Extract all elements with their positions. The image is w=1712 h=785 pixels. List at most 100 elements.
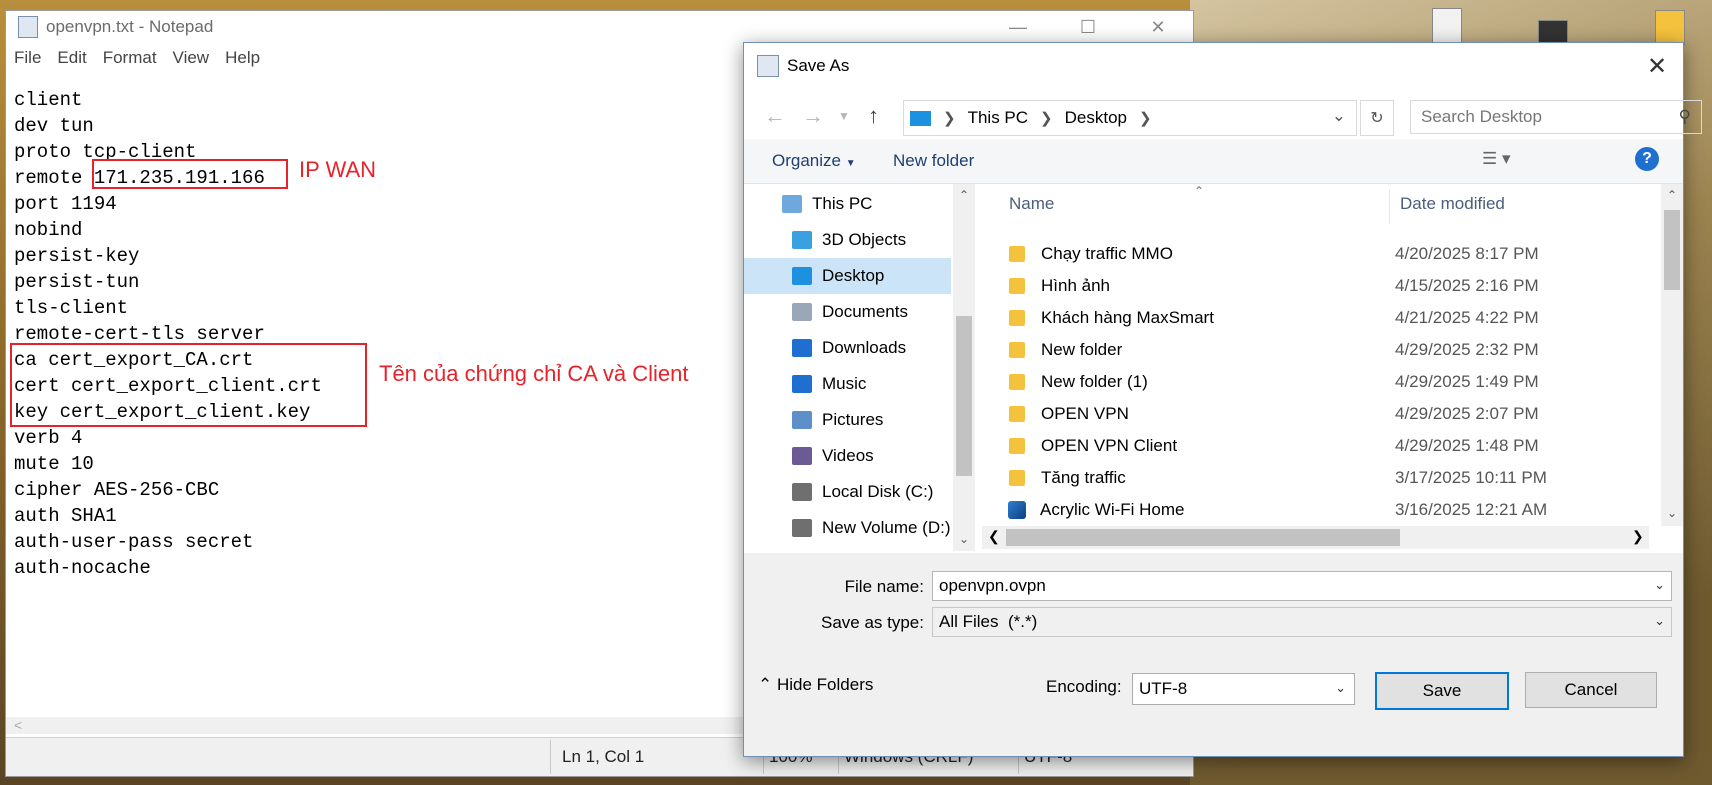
- file-name-input[interactable]: openvpn.ovpn ⌄: [932, 571, 1672, 601]
- sort-ascending-icon: ⌃: [1194, 184, 1205, 198]
- scroll-down-icon[interactable]: ⌄: [953, 532, 975, 546]
- sidebar-item[interactable]: New Volume (D:): [744, 510, 951, 546]
- new-folder-button[interactable]: New folder: [893, 151, 974, 171]
- refresh-icon[interactable]: ↻: [1360, 100, 1394, 136]
- save-type-label: Save as type:: [820, 613, 924, 632]
- address-dropdown-icon[interactable]: ⌄: [1332, 106, 1346, 126]
- file-horizontal-scrollbar[interactable]: ❮ ❯: [982, 526, 1649, 549]
- save-type-select[interactable]: All Files (*.*) ⌄: [932, 607, 1672, 637]
- list-item[interactable]: OPEN VPN Client 4/29/2025 1:48 PM: [982, 430, 1649, 462]
- list-item[interactable]: New folder 4/29/2025 2:32 PM: [982, 334, 1649, 366]
- folder-icon: [1009, 374, 1025, 390]
- sidebar-item[interactable]: Local Disk (C:): [744, 474, 951, 510]
- scroll-up-icon[interactable]: ⌃: [953, 188, 975, 202]
- list-item[interactable]: Chạy traffic MMO 4/20/2025 8:17 PM: [982, 238, 1649, 270]
- chevron-right-icon: ❯: [1139, 110, 1152, 127]
- sidebar-item-label: Music: [822, 374, 867, 393]
- folder-icon: [1009, 310, 1025, 326]
- file-name-label: File name:: [844, 577, 924, 596]
- list-item[interactable]: OPEN VPN 4/29/2025 2:07 PM: [982, 398, 1649, 430]
- document-icon: [792, 303, 812, 321]
- sidebar-item[interactable]: Music: [744, 366, 951, 402]
- menu-format[interactable]: Format: [103, 48, 157, 68]
- hide-folders-button[interactable]: ⌃ Hide Folders: [758, 675, 873, 695]
- list-item[interactable]: Khách hàng MaxSmart 4/21/2025 4:22 PM: [982, 302, 1649, 334]
- sidebar-item[interactable]: 3D Objects: [744, 222, 951, 258]
- nav-scrollbar[interactable]: ⌃ ⌄: [953, 184, 975, 551]
- minimize-icon[interactable]: —: [983, 11, 1053, 43]
- breadcrumb-desktop[interactable]: Desktop: [1065, 108, 1127, 128]
- scroll-left-icon[interactable]: ❮: [988, 528, 1000, 545]
- scroll-right-icon[interactable]: ❯: [1632, 528, 1644, 545]
- chevron-down-icon[interactable]: ⌄: [1654, 613, 1665, 629]
- file-date: 4/29/2025 1:48 PM: [1395, 436, 1539, 455]
- file-scrollbar[interactable]: ⌃ ⌄: [1661, 184, 1683, 526]
- menu-file[interactable]: File: [14, 48, 41, 68]
- navigation-pane: ⌃ ⌄ This PC 3D Objects Desktop Documents Dow…: [744, 184, 981, 551]
- list-item[interactable]: New folder (1) 4/29/2025 1:49 PM: [982, 366, 1649, 398]
- wifi-app-icon: [1008, 501, 1026, 519]
- help-icon[interactable]: ?: [1635, 147, 1659, 171]
- menu-help[interactable]: Help: [225, 48, 260, 68]
- menu-edit[interactable]: Edit: [57, 48, 86, 68]
- sidebar-item[interactable]: Pictures: [744, 402, 951, 438]
- sidebar-item[interactable]: Videos: [744, 438, 951, 474]
- list-item[interactable]: Tăng traffic 3/17/2025 10:11 PM: [982, 462, 1649, 494]
- recent-locations-chevron-icon[interactable]: ▼: [838, 109, 850, 123]
- desktop-file-icon[interactable]: [1432, 8, 1462, 44]
- file-date: 4/21/2025 4:22 PM: [1395, 308, 1539, 327]
- close-icon[interactable]: ✕: [1123, 11, 1193, 43]
- save-button[interactable]: Save: [1375, 672, 1509, 710]
- file-scroll-thumb[interactable]: [1664, 210, 1680, 290]
- column-date-header[interactable]: Date modified: [1400, 194, 1505, 214]
- cancel-button[interactable]: Cancel: [1525, 672, 1657, 708]
- sidebar-item[interactable]: Documents: [744, 294, 951, 330]
- file-date: 4/20/2025 8:17 PM: [1395, 244, 1539, 263]
- save-as-dialog: Save As ✕ ← → ▼ ↑ ❯ This PC ❯ Desktop ❯ …: [743, 42, 1702, 757]
- organize-button[interactable]: Organize ▼: [772, 151, 856, 171]
- sidebar-item[interactable]: Desktop: [744, 258, 951, 294]
- file-hscroll-thumb[interactable]: [1006, 529, 1400, 546]
- pc-icon: [782, 195, 802, 213]
- ip-annotation: IP WAN: [299, 157, 377, 182]
- text-line: dev tun: [14, 115, 94, 137]
- encoding-select[interactable]: UTF-8 ⌄: [1132, 673, 1355, 705]
- text-line: verb 4: [14, 427, 83, 449]
- desktop-folder-icon[interactable]: [1655, 10, 1685, 46]
- nav-scroll-thumb[interactable]: [956, 316, 972, 476]
- chevron-down-icon[interactable]: ⌄: [1654, 577, 1665, 593]
- encoding-value: UTF-8: [1139, 679, 1188, 698]
- back-arrow-icon[interactable]: ←: [764, 103, 786, 129]
- file-name: Hình ảnh: [1041, 276, 1110, 295]
- sidebar-item[interactable]: This PC: [744, 186, 951, 222]
- dialog-close-icon[interactable]: ✕: [1631, 43, 1683, 89]
- scroll-up-icon[interactable]: ⌃: [1661, 188, 1683, 202]
- pc-icon: [910, 110, 931, 126]
- maximize-icon[interactable]: ☐: [1053, 11, 1123, 43]
- folder-icon: [1009, 406, 1025, 422]
- hide-folders-label: Hide Folders: [776, 675, 874, 694]
- search-input[interactable]: Search Desktop ⚲: [1410, 100, 1702, 134]
- chevron-down-icon[interactable]: ⌄: [1335, 680, 1346, 696]
- save-type-value: All Files (*.*): [939, 612, 1038, 631]
- view-options-icon[interactable]: ☰ ▾: [1482, 149, 1511, 169]
- sidebar-item[interactable]: Downloads: [744, 330, 951, 366]
- file-date: 4/15/2025 2:16 PM: [1395, 276, 1539, 295]
- forward-arrow-icon[interactable]: →: [802, 103, 824, 129]
- menu-view[interactable]: View: [173, 48, 210, 68]
- up-arrow-icon[interactable]: ↑: [868, 103, 879, 129]
- address-bar[interactable]: ❯ This PC ❯ Desktop ❯ ⌄: [903, 100, 1357, 136]
- breadcrumb-this-pc[interactable]: This PC: [968, 108, 1028, 128]
- file-date: 4/29/2025 2:07 PM: [1395, 404, 1539, 423]
- text-line: cipher AES-256-CBC: [14, 479, 220, 501]
- list-item[interactable]: Acrylic Wi-Fi Home 3/16/2025 12:21 AM: [982, 494, 1649, 526]
- file-name: Chạy traffic MMO: [1041, 244, 1173, 263]
- column-name-header[interactable]: Name: [1009, 194, 1054, 214]
- download-icon: [792, 339, 812, 357]
- notepad-title: openvpn.txt - Notepad: [46, 17, 214, 36]
- scroll-down-icon[interactable]: ⌄: [1661, 506, 1683, 520]
- sidebar-item-label: 3D Objects: [822, 230, 907, 249]
- text-line: tls-client: [14, 297, 129, 319]
- list-item[interactable]: Hình ảnh 4/15/2025 2:16 PM: [982, 270, 1649, 302]
- chevron-right-icon: ❯: [1040, 110, 1053, 127]
